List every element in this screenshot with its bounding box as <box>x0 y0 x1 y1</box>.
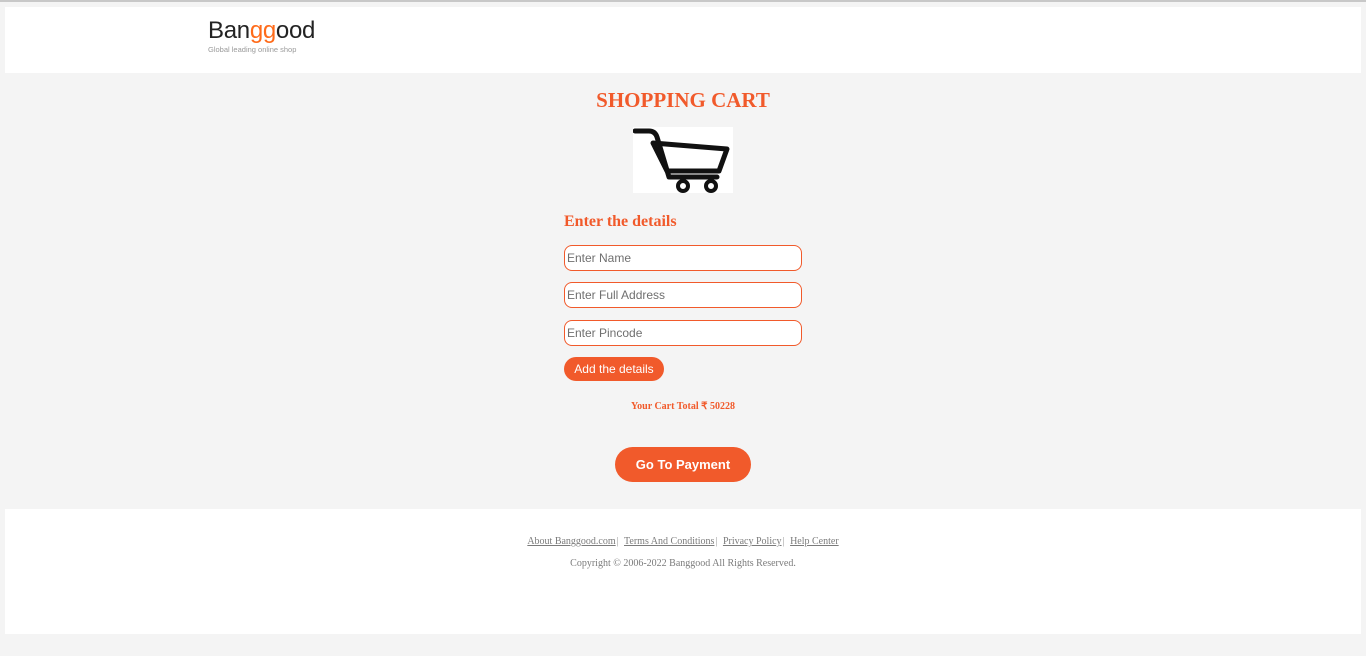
footer-links: About Banggood.com| Terms And Conditions… <box>5 536 1361 548</box>
pincode-input[interactable] <box>564 320 802 346</box>
name-input[interactable] <box>564 245 802 271</box>
address-input[interactable] <box>564 282 802 308</box>
details-heading: Enter the details <box>564 213 677 230</box>
footer-separator: | <box>616 536 619 547</box>
footer: About Banggood.com| Terms And Conditions… <box>5 509 1361 634</box>
logo-tagline: Global leading online shop <box>208 45 297 54</box>
add-details-button[interactable]: Add the details <box>564 357 664 381</box>
go-to-payment-button[interactable]: Go To Payment <box>615 447 751 482</box>
page-title: SHOPPING CART <box>596 88 770 112</box>
browser-top-border <box>0 0 1366 2</box>
footer-separator: | <box>782 536 785 547</box>
logo-wordmark: Banggood <box>208 17 316 44</box>
footer-link-help[interactable]: Help Center <box>790 536 839 547</box>
footer-link-about[interactable]: About Banggood.com <box>527 536 615 547</box>
cart-total: Your Cart Total ₹ 50228 <box>631 401 735 412</box>
banggood-logo[interactable]: Banggood Global leading online shop <box>208 19 338 63</box>
copyright-text: Copyright © 2006-2022 Banggood All Right… <box>570 558 796 569</box>
footer-separator: | <box>715 536 718 547</box>
header: Banggood Global leading online shop <box>5 7 1361 73</box>
footer-link-terms[interactable]: Terms And Conditions <box>624 536 714 547</box>
footer-link-privacy[interactable]: Privacy Policy <box>723 536 782 547</box>
shopping-cart-icon <box>633 127 733 193</box>
